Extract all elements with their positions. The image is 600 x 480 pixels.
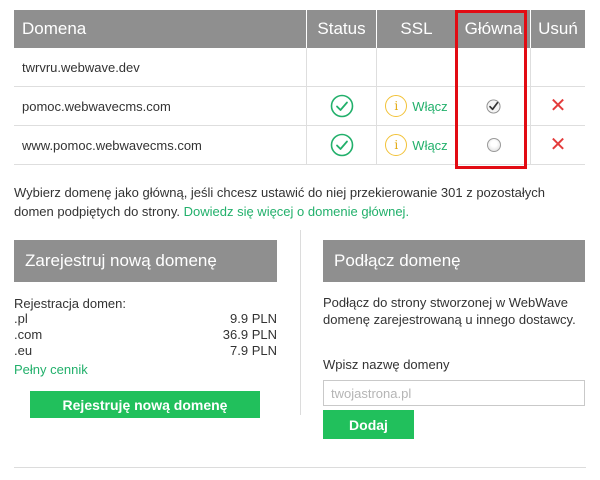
- tld: .pl: [14, 311, 28, 326]
- info-icon: i: [385, 134, 408, 156]
- price-row: .eu 7.9 PLN: [14, 343, 277, 359]
- status-cell: [307, 87, 377, 125]
- learn-more-link[interactable]: Dowiedz się więcej o domenie głównej.: [184, 204, 409, 219]
- main-cell: [457, 48, 531, 86]
- price-row: .pl 9.9 PLN: [14, 311, 277, 327]
- tld-price: 9.9 PLN: [230, 311, 277, 326]
- header-remove: Usuń: [538, 19, 578, 38]
- main-domain-info: Wybierz domenę jako główną, jeśli chcesz…: [14, 183, 586, 221]
- info-icon: i: [385, 95, 408, 117]
- check-circle-icon: [330, 133, 353, 157]
- register-panel-title: Zarejestruj nową domenę: [14, 240, 277, 282]
- ssl-cell: i Włącz: [377, 126, 457, 164]
- tld: .eu: [14, 343, 33, 358]
- enable-ssl-link[interactable]: Włącz: [412, 138, 447, 153]
- table-row: twrvru.webwave.dev: [14, 48, 585, 87]
- table-row: pomoc.webwavecms.com i Włącz ✕: [14, 87, 585, 126]
- main-domain-radio[interactable]: [486, 138, 501, 152]
- table-row: www.pomoc.webwavecms.com i Włącz ✕: [14, 126, 585, 165]
- domain-input[interactable]: [323, 380, 585, 406]
- header-domain: Domena: [14, 10, 307, 48]
- price-row: .com 36.9 PLN: [14, 327, 277, 343]
- header-ssl: SSL: [377, 10, 457, 48]
- domain-name: twrvru.webwave.dev: [14, 48, 307, 86]
- full-price-list-link[interactable]: Pełny cennik: [14, 362, 88, 377]
- register-domain-button[interactable]: Rejestruję nową domenę: [30, 391, 260, 418]
- status-cell: [307, 48, 377, 86]
- panel-divider: [300, 230, 301, 415]
- registration-label: Rejestracja domen:: [14, 296, 126, 311]
- remove-cell: ✕: [531, 87, 585, 125]
- domain-name: www.pomoc.webwavecms.com: [14, 126, 307, 164]
- ssl-cell: [377, 48, 457, 86]
- enable-ssl-link[interactable]: Włącz: [412, 99, 447, 114]
- main-domain-radio-checked[interactable]: [486, 98, 501, 114]
- table-header: Domena Status SSL Główna Usuń: [14, 10, 585, 48]
- ssl-cell: i Włącz: [377, 87, 457, 125]
- bottom-divider: [14, 467, 586, 468]
- remove-cell: ✕: [531, 126, 585, 164]
- check-circle-icon: [330, 94, 353, 118]
- add-domain-button[interactable]: Dodaj: [323, 410, 414, 439]
- connect-panel-title: Podłącz domenę: [323, 240, 585, 282]
- tld-price: 7.9 PLN: [230, 343, 277, 358]
- delete-icon[interactable]: ✕: [550, 135, 567, 155]
- domains-table: Domena Status SSL Główna Usuń twrvru.web…: [14, 10, 585, 165]
- header-status: Status: [307, 10, 377, 48]
- tld: .com: [14, 327, 43, 342]
- main-cell: [457, 87, 531, 125]
- main-cell: [457, 126, 531, 164]
- price-list: .pl 9.9 PLN .com 36.9 PLN .eu 7.9 PLN: [14, 311, 277, 359]
- header-main: Główna: [457, 10, 531, 48]
- status-cell: [307, 126, 377, 164]
- tld-price: 36.9 PLN: [222, 327, 277, 342]
- remove-cell: [531, 48, 585, 86]
- domain-name: pomoc.webwavecms.com: [14, 87, 307, 125]
- connect-description: Podłącz do strony stworzonej w WebWave d…: [323, 295, 576, 327]
- domain-input-label: Wpisz nazwę domeny: [323, 357, 450, 372]
- delete-icon[interactable]: ✕: [550, 96, 567, 116]
